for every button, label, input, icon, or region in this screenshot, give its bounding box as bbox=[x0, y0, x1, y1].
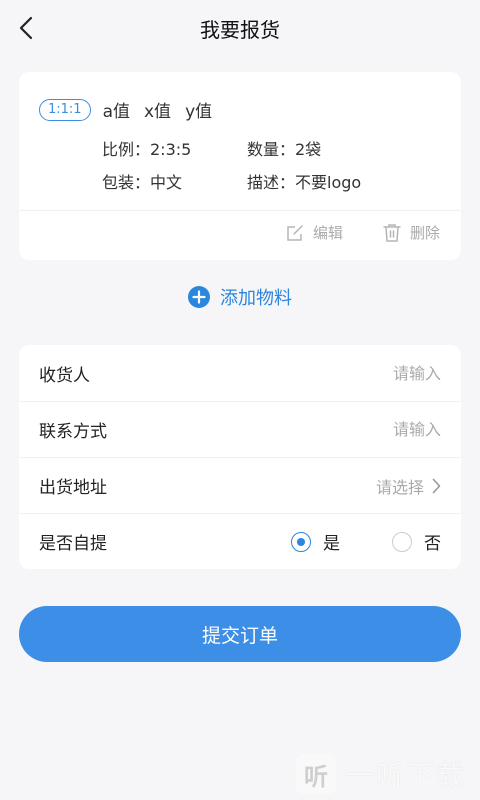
delete-label: 删除 bbox=[410, 224, 441, 242]
radio-yes[interactable] bbox=[291, 531, 311, 552]
address-select[interactable]: 请选择 bbox=[376, 474, 441, 498]
card-divider bbox=[19, 210, 461, 211]
form-row-receiver: 收货人 bbox=[19, 345, 461, 401]
material-card: 1:1:1 a值 x值 y值 比例：2:3:5 数量：2袋 包装：中文 描述：不… bbox=[19, 72, 461, 260]
watermark-text: 一听下载 bbox=[345, 759, 466, 792]
ratio-text: 比例：2:3:5 bbox=[102, 140, 192, 159]
value-item-a: a值 bbox=[102, 102, 130, 122]
form-row-address: 出货地址 请选择 bbox=[19, 457, 461, 513]
description-text: 描述：不要logo bbox=[247, 173, 362, 192]
submit-order-button[interactable]: 提交订单 bbox=[19, 606, 461, 662]
self-pickup-no-option[interactable]: 否 bbox=[392, 529, 441, 554]
watermark-logo: 听 bbox=[295, 754, 336, 794]
watermark: 听 一听下载 bbox=[295, 754, 466, 794]
address-label: 出货地址 bbox=[39, 478, 107, 498]
value-item-x: x值 bbox=[144, 102, 172, 122]
page-title: 我要报货 bbox=[200, 18, 280, 42]
ratio-badge: 1:1:1 bbox=[39, 98, 91, 121]
receiver-label: 收货人 bbox=[39, 365, 90, 386]
self-pickup-yes-option[interactable]: 是 bbox=[291, 529, 340, 554]
order-form-card: 收货人 联系方式 出货地址 请选择 是否自提 是 否 bbox=[19, 345, 461, 569]
self-pickup-no-label: 否 bbox=[424, 534, 441, 554]
form-row-contact: 联系方式 bbox=[19, 401, 461, 457]
value-item-y: y值 bbox=[185, 102, 213, 122]
chevron-right-icon bbox=[432, 478, 441, 493]
packaging-text: 包装：中文 bbox=[102, 173, 183, 192]
delete-button[interactable]: 删除 bbox=[382, 222, 440, 243]
receiver-input[interactable] bbox=[241, 363, 441, 383]
form-row-self-pickup: 是否自提 是 否 bbox=[19, 513, 461, 569]
plus-circle-icon bbox=[188, 286, 210, 308]
trash-icon bbox=[383, 223, 401, 242]
contact-input[interactable] bbox=[241, 420, 441, 439]
edit-button[interactable]: 编辑 bbox=[285, 222, 343, 243]
quantity-text: 数量：2袋 bbox=[247, 140, 322, 159]
radio-no[interactable] bbox=[392, 531, 412, 552]
material-tag-row: 1:1:1 a值 x值 y值 bbox=[39, 97, 212, 122]
header-bar: 我要报货 bbox=[0, 0, 480, 56]
add-material-button[interactable]: 添加物料 bbox=[0, 283, 480, 311]
self-pickup-yes-label: 是 bbox=[323, 534, 340, 554]
edit-label: 编辑 bbox=[313, 224, 344, 242]
add-material-label: 添加物料 bbox=[220, 288, 292, 309]
self-pickup-radio-group: 是 否 bbox=[291, 529, 441, 554]
address-placeholder: 请选择 bbox=[375, 477, 424, 497]
self-pickup-label: 是否自提 bbox=[39, 534, 107, 554]
edit-icon bbox=[287, 224, 303, 241]
contact-label: 联系方式 bbox=[39, 422, 107, 442]
